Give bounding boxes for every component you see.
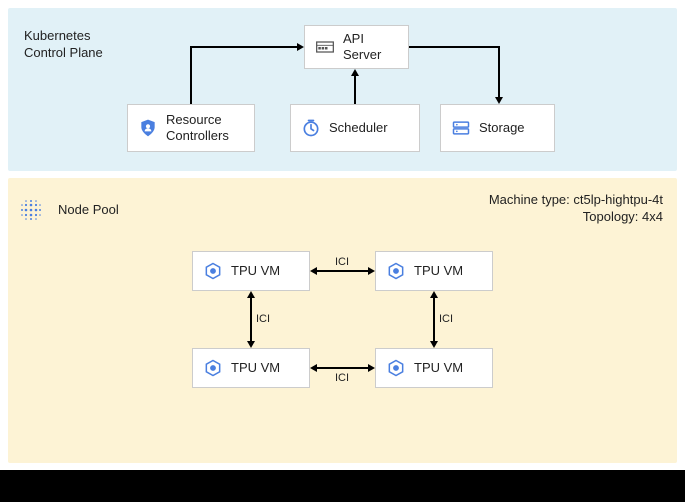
machine-type-label: Machine type: ct5lp-hightpu-4t: [489, 192, 663, 209]
ici-bottom-line: [317, 367, 368, 369]
ici-left-line: [250, 298, 252, 341]
ici-bottom-head-l: [310, 364, 317, 372]
ici-bottom-head-r: [368, 364, 375, 372]
tpu-vm-1: TPU VM: [192, 251, 310, 291]
ici-label-left: ICI: [256, 313, 270, 325]
storage-box: Storage: [440, 104, 555, 152]
node-pool-icon: [17, 196, 45, 224]
node-pool-meta: Machine type: ct5lp-hightpu-4t Topology:…: [489, 192, 663, 226]
control-plane-title-line1: Kubernetes: [24, 28, 103, 45]
ici-right-line: [433, 298, 435, 341]
clock-icon: [301, 118, 321, 138]
control-plane-title: Kubernetes Control Plane: [24, 28, 103, 62]
ici-top-line: [317, 270, 368, 272]
arrow-sched-api: [354, 76, 356, 104]
tpu-vm-label: TPU VM: [231, 360, 280, 376]
scheduler-box: Scheduler: [290, 104, 420, 152]
tpu-chip-icon: [203, 358, 223, 378]
arrow-api-storage-head: [495, 97, 503, 104]
resource-controllers-box: Resource Controllers: [127, 104, 255, 152]
resource-controllers-label: Resource Controllers: [166, 112, 229, 145]
bottom-bar: [0, 470, 685, 502]
api-server-icon: [315, 37, 335, 57]
tpu-vm-label: TPU VM: [231, 263, 280, 279]
ici-label-top: ICI: [335, 256, 349, 268]
tpu-chip-icon: [386, 358, 406, 378]
tpu-vm-label: TPU VM: [414, 263, 463, 279]
arrow-rc-api-head: [297, 43, 304, 51]
api-server-box: API Server: [304, 25, 409, 69]
ici-label-right: ICI: [439, 313, 453, 325]
tpu-chip-icon: [386, 261, 406, 281]
tpu-chip-icon: [203, 261, 223, 281]
ici-left-head-d: [247, 341, 255, 348]
storage-icon: [451, 118, 471, 138]
ici-top-head-l: [310, 267, 317, 275]
ici-right-head-d: [430, 341, 438, 348]
arrow-api-storage-v: [498, 46, 500, 97]
control-plane-title-line2: Control Plane: [24, 45, 103, 62]
tpu-vm-2: TPU VM: [375, 251, 493, 291]
topology-label: Topology: 4x4: [489, 209, 663, 226]
node-pool-title: Node Pool: [58, 202, 119, 219]
storage-label: Storage: [479, 120, 525, 136]
scheduler-label: Scheduler: [329, 120, 388, 136]
ici-top-head-r: [368, 267, 375, 275]
shield-user-icon: [138, 118, 158, 138]
tpu-vm-label: TPU VM: [414, 360, 463, 376]
tpu-vm-3: TPU VM: [192, 348, 310, 388]
ici-left-head-u: [247, 291, 255, 298]
api-server-label: API Server: [343, 31, 381, 64]
arrow-api-storage-h: [409, 46, 499, 48]
ici-right-head-u: [430, 291, 438, 298]
ici-label-bottom: ICI: [335, 372, 349, 384]
arrow-sched-api-head: [351, 69, 359, 76]
arrow-rc-api-v: [190, 47, 192, 104]
arrow-rc-api-h: [190, 46, 297, 48]
tpu-vm-4: TPU VM: [375, 348, 493, 388]
